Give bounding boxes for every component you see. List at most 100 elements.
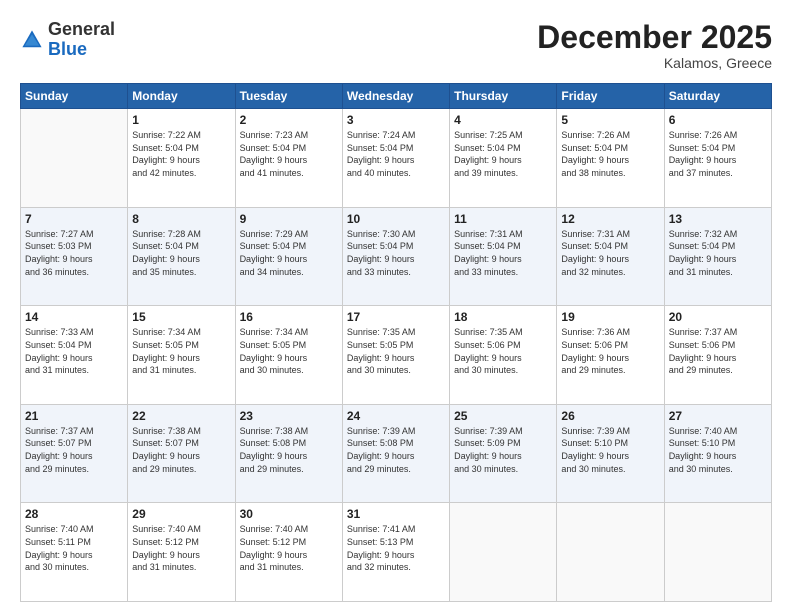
logo: General Blue [20, 20, 115, 60]
day-info: Sunrise: 7:40 AM Sunset: 5:12 PM Dayligh… [240, 523, 338, 573]
calendar-cell: 26Sunrise: 7:39 AM Sunset: 5:10 PM Dayli… [557, 404, 664, 503]
calendar-cell: 14Sunrise: 7:33 AM Sunset: 5:04 PM Dayli… [21, 306, 128, 405]
calendar-week-row: 21 Sunrise: 7:37 AM Sunset: 5:07 PM Dayli… [21, 404, 772, 503]
calendar-cell: 19Sunrise: 7:36 AM Sunset: 5:06 PM Dayli… [557, 306, 664, 405]
day-number: 8 [132, 212, 230, 226]
calendar-cell: 29Sunrise: 7:40 AM Sunset: 5:12 PM Dayli… [128, 503, 235, 602]
calendar-cell: 2 Sunrise: 7:23 AM Sunset: 5:04 PM Daylig… [235, 109, 342, 208]
day-info: Sunrise: 7:39 AM Sunset: 5:08 PM Dayligh… [347, 425, 445, 475]
day-info: Sunrise: 7:26 AM Sunset: 5:04 PM Dayligh… [561, 129, 659, 179]
day-number: 1 [132, 113, 230, 127]
calendar-week-row: 14Sunrise: 7:33 AM Sunset: 5:04 PM Dayli… [21, 306, 772, 405]
day-number: 3 [347, 113, 445, 127]
calendar-cell: 27 Sunrise: 7:40 AM Sunset: 5:10 PM Dayli… [664, 404, 771, 503]
day-number: 7 [25, 212, 123, 226]
day-info: Sunrise: 7:40 AM Sunset: 5:10 PM Dayligh… [669, 425, 767, 475]
day-number: 13 [669, 212, 767, 226]
calendar-cell: 17 Sunrise: 7:35 AM Sunset: 5:05 PM Dayli… [342, 306, 449, 405]
title-block: December 2025 Kalamos, Greece [537, 20, 772, 71]
weekday-header-sunday: Sunday [21, 84, 128, 109]
calendar-table: SundayMondayTuesdayWednesdayThursdayFrid… [20, 83, 772, 602]
day-info: Sunrise: 7:38 AM Sunset: 5:07 PM Dayligh… [132, 425, 230, 475]
calendar-cell: 24Sunrise: 7:39 AM Sunset: 5:08 PM Dayli… [342, 404, 449, 503]
day-number: 5 [561, 113, 659, 127]
day-number: 27 [669, 409, 767, 423]
calendar-cell [21, 109, 128, 208]
day-info: Sunrise: 7:30 AM Sunset: 5:04 PM Dayligh… [347, 228, 445, 278]
day-info: Sunrise: 7:40 AM Sunset: 5:11 PM Dayligh… [25, 523, 123, 573]
day-info: Sunrise: 7:25 AM Sunset: 5:04 PM Dayligh… [454, 129, 552, 179]
calendar-cell: 11 Sunrise: 7:31 AM Sunset: 5:04 PM Dayli… [450, 207, 557, 306]
day-info: Sunrise: 7:41 AM Sunset: 5:13 PM Dayligh… [347, 523, 445, 573]
day-info: Sunrise: 7:34 AM Sunset: 5:05 PM Dayligh… [240, 326, 338, 376]
weekday-header-row: SundayMondayTuesdayWednesdayThursdayFrid… [21, 84, 772, 109]
calendar-cell: 22 Sunrise: 7:38 AM Sunset: 5:07 PM Dayli… [128, 404, 235, 503]
calendar-week-row: 1Sunrise: 7:22 AM Sunset: 5:04 PM Daylig… [21, 109, 772, 208]
calendar-cell: 31Sunrise: 7:41 AM Sunset: 5:13 PM Dayli… [342, 503, 449, 602]
calendar-cell: 10Sunrise: 7:30 AM Sunset: 5:04 PM Dayli… [342, 207, 449, 306]
page: General Blue December 2025 Kalamos, Gree… [0, 0, 792, 612]
day-info: Sunrise: 7:35 AM Sunset: 5:05 PM Dayligh… [347, 326, 445, 376]
day-number: 26 [561, 409, 659, 423]
header: General Blue December 2025 Kalamos, Gree… [20, 20, 772, 71]
day-info: Sunrise: 7:37 AM Sunset: 5:06 PM Dayligh… [669, 326, 767, 376]
calendar-cell: 25 Sunrise: 7:39 AM Sunset: 5:09 PM Dayli… [450, 404, 557, 503]
calendar-cell: 28Sunrise: 7:40 AM Sunset: 5:11 PM Dayli… [21, 503, 128, 602]
day-info: Sunrise: 7:37 AM Sunset: 5:07 PM Dayligh… [25, 425, 123, 475]
weekday-header-wednesday: Wednesday [342, 84, 449, 109]
day-info: Sunrise: 7:31 AM Sunset: 5:04 PM Dayligh… [561, 228, 659, 278]
day-number: 25 [454, 409, 552, 423]
logo-icon [20, 28, 44, 52]
calendar-week-row: 7 Sunrise: 7:27 AM Sunset: 5:03 PM Daylig… [21, 207, 772, 306]
weekday-header-tuesday: Tuesday [235, 84, 342, 109]
day-number: 9 [240, 212, 338, 226]
day-number: 20 [669, 310, 767, 324]
calendar-cell: 18 Sunrise: 7:35 AM Sunset: 5:06 PM Dayli… [450, 306, 557, 405]
day-number: 22 [132, 409, 230, 423]
calendar-cell: 3Sunrise: 7:24 AM Sunset: 5:04 PM Daylig… [342, 109, 449, 208]
day-info: Sunrise: 7:28 AM Sunset: 5:04 PM Dayligh… [132, 228, 230, 278]
day-info: Sunrise: 7:31 AM Sunset: 5:04 PM Dayligh… [454, 228, 552, 278]
calendar-cell: 5 Sunrise: 7:26 AM Sunset: 5:04 PM Daylig… [557, 109, 664, 208]
calendar-cell: 23Sunrise: 7:38 AM Sunset: 5:08 PM Dayli… [235, 404, 342, 503]
calendar-cell: 4Sunrise: 7:25 AM Sunset: 5:04 PM Daylig… [450, 109, 557, 208]
logo-blue-text: Blue [48, 39, 87, 59]
calendar-cell [557, 503, 664, 602]
calendar-cell: 8 Sunrise: 7:28 AM Sunset: 5:04 PM Daylig… [128, 207, 235, 306]
day-info: Sunrise: 7:34 AM Sunset: 5:05 PM Dayligh… [132, 326, 230, 376]
day-number: 18 [454, 310, 552, 324]
day-number: 30 [240, 507, 338, 521]
calendar-cell: 30 Sunrise: 7:40 AM Sunset: 5:12 PM Dayli… [235, 503, 342, 602]
logo-text: General Blue [48, 20, 115, 60]
calendar-cell: 12Sunrise: 7:31 AM Sunset: 5:04 PM Dayli… [557, 207, 664, 306]
weekday-header-friday: Friday [557, 84, 664, 109]
calendar-cell: 7 Sunrise: 7:27 AM Sunset: 5:03 PM Daylig… [21, 207, 128, 306]
calendar-cell: 13 Sunrise: 7:32 AM Sunset: 5:04 PM Dayli… [664, 207, 771, 306]
day-info: Sunrise: 7:23 AM Sunset: 5:04 PM Dayligh… [240, 129, 338, 179]
calendar-cell [664, 503, 771, 602]
calendar-cell: 15 Sunrise: 7:34 AM Sunset: 5:05 PM Dayli… [128, 306, 235, 405]
weekday-header-monday: Monday [128, 84, 235, 109]
location: Kalamos, Greece [537, 55, 772, 71]
day-number: 29 [132, 507, 230, 521]
day-info: Sunrise: 7:29 AM Sunset: 5:04 PM Dayligh… [240, 228, 338, 278]
day-number: 11 [454, 212, 552, 226]
day-info: Sunrise: 7:39 AM Sunset: 5:09 PM Dayligh… [454, 425, 552, 475]
day-info: Sunrise: 7:36 AM Sunset: 5:06 PM Dayligh… [561, 326, 659, 376]
calendar-cell: 20 Sunrise: 7:37 AM Sunset: 5:06 PM Dayli… [664, 306, 771, 405]
day-number: 21 [25, 409, 123, 423]
calendar-cell: 9 Sunrise: 7:29 AM Sunset: 5:04 PM Daylig… [235, 207, 342, 306]
day-info: Sunrise: 7:38 AM Sunset: 5:08 PM Dayligh… [240, 425, 338, 475]
calendar-cell: 6Sunrise: 7:26 AM Sunset: 5:04 PM Daylig… [664, 109, 771, 208]
day-info: Sunrise: 7:35 AM Sunset: 5:06 PM Dayligh… [454, 326, 552, 376]
day-info: Sunrise: 7:26 AM Sunset: 5:04 PM Dayligh… [669, 129, 767, 179]
day-info: Sunrise: 7:32 AM Sunset: 5:04 PM Dayligh… [669, 228, 767, 278]
day-number: 17 [347, 310, 445, 324]
calendar-week-row: 28Sunrise: 7:40 AM Sunset: 5:11 PM Dayli… [21, 503, 772, 602]
day-number: 14 [25, 310, 123, 324]
logo-general-text: General [48, 19, 115, 39]
calendar-cell: 1Sunrise: 7:22 AM Sunset: 5:04 PM Daylig… [128, 109, 235, 208]
day-number: 15 [132, 310, 230, 324]
day-info: Sunrise: 7:27 AM Sunset: 5:03 PM Dayligh… [25, 228, 123, 278]
day-number: 2 [240, 113, 338, 127]
